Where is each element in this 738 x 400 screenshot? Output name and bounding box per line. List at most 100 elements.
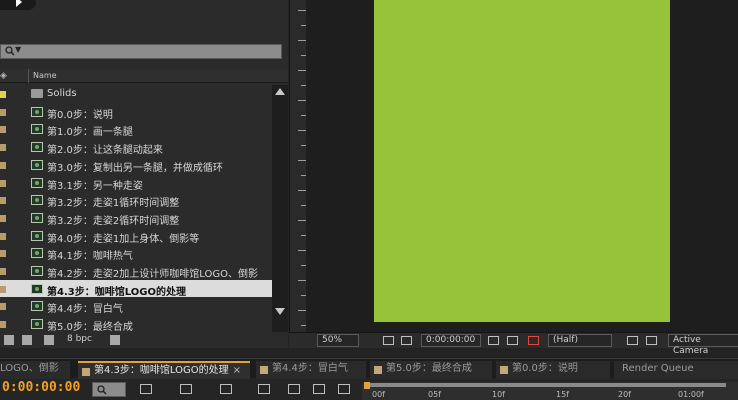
time-ruler-label: 10f [492, 390, 505, 399]
show-snapshot-icon[interactable] [507, 336, 518, 345]
composition-icon [31, 301, 43, 312]
motion-blur-icon[interactable] [288, 384, 300, 394]
label-tag-icon[interactable]: ◈ [0, 71, 10, 81]
new-folder-icon[interactable] [22, 335, 32, 345]
list-item-selected[interactable]: 第4.3步：咖啡馆LOGO的处理 [0, 279, 272, 298]
list-item[interactable]: 第3.2步：走姿2循环时间调整 [0, 209, 272, 227]
label-color-swatch[interactable] [0, 214, 6, 222]
snapshot-icon[interactable] [488, 336, 499, 345]
trash-icon[interactable] [110, 335, 120, 345]
item-label: 第3.0步：复制出另一条腿，并做成循环 [47, 162, 223, 174]
ruler-tick [298, 130, 306, 131]
region-of-interest-icon[interactable] [383, 336, 394, 345]
label-color-swatch[interactable] [0, 321, 6, 329]
comp-mini-flowchart-icon[interactable] [140, 384, 152, 394]
zoom-value: 50% [322, 335, 343, 345]
time-ruler[interactable]: 00f 05f 10f 15f 20f 01:00f [362, 382, 738, 400]
item-label: 第4.3步：咖啡馆LOGO的处理 [47, 286, 186, 298]
panel-nav[interactable] [0, 0, 36, 10]
list-item[interactable]: 第1.0步：画一条腿 [0, 120, 272, 138]
current-time-display[interactable]: 0:00:00:00 [2, 380, 80, 395]
list-item[interactable]: 第4.1步：咖啡热气 [0, 244, 272, 262]
label-color-swatch[interactable] [0, 144, 6, 152]
hide-shy-layers-icon[interactable] [220, 384, 232, 394]
timeline-search-field[interactable] [92, 382, 126, 397]
composition-icon [31, 266, 43, 276]
new-composition-icon[interactable] [44, 335, 54, 345]
label-color-swatch[interactable] [0, 232, 6, 240]
time-ruler-label: 00f [372, 390, 385, 399]
list-item[interactable]: 第4.0步：走姿1加上身体、倒影等 [0, 227, 272, 245]
tab-comp-4-3[interactable]: 第4.3步：咖啡馆LOGO的处理 × [78, 361, 250, 379]
work-area-start-handle[interactable] [364, 382, 370, 389]
vertical-ruler [289, 0, 306, 332]
list-item[interactable]: 第3.1步：另一种走姿 [0, 174, 272, 192]
bit-depth-label[interactable]: 8 bpc [67, 334, 92, 344]
composition-icon [31, 195, 43, 206]
list-item[interactable]: 第4.2步：走姿2加上设计师咖啡馆LOGO、倒影 [0, 262, 272, 280]
item-label: Solids [47, 88, 77, 99]
tab-comp-4-2[interactable]: LOGO、倒影 [0, 361, 70, 379]
close-tab-icon[interactable]: × [233, 365, 241, 376]
graph-editor-icon[interactable] [313, 384, 325, 394]
column-divider[interactable] [28, 69, 29, 83]
grid-icon[interactable] [401, 336, 412, 345]
tab-comp-5-0[interactable]: 第5.0步：最终合成 [370, 361, 492, 379]
viewer-timecode[interactable]: 0:00:00:00 [421, 334, 481, 347]
tab-render-queue[interactable]: Render Queue [614, 361, 738, 379]
label-color-swatch[interactable] [0, 250, 6, 258]
label-color-swatch[interactable] [0, 197, 6, 205]
transparency-grid-icon[interactable] [646, 336, 657, 345]
search-dropdown-icon[interactable]: ▼ [15, 45, 21, 54]
label-color-swatch[interactable] [0, 126, 6, 134]
camera-dropdown[interactable]: Active Camera [668, 334, 738, 356]
work-area-bar[interactable] [366, 383, 726, 387]
frame-blending-icon[interactable] [258, 384, 270, 394]
label-color-swatch[interactable] [0, 108, 6, 116]
composition-icon [31, 142, 43, 153]
composition-viewer[interactable] [306, 0, 738, 332]
scroll-down-icon[interactable] [275, 308, 285, 315]
list-item[interactable]: 第3.0步：复制出另一条腿，并做成循环 [0, 156, 272, 174]
play-arrow-icon[interactable] [16, 0, 22, 7]
folder-icon [31, 89, 43, 98]
interpret-footage-icon[interactable] [4, 335, 14, 345]
list-item[interactable]: 第5.0步：最终合成 [0, 315, 272, 333]
viewer-timecode-value: 0:00:00:00 [426, 335, 476, 345]
tab-label: Render Queue [622, 363, 694, 374]
label-color-swatch[interactable] [0, 91, 6, 98]
draft-3d-icon[interactable] [180, 384, 192, 394]
tab-label: 第0.0步：说明 [512, 363, 578, 374]
label-color-swatch[interactable] [0, 161, 6, 169]
ruler-tick [298, 160, 306, 161]
tab-comp-0-0[interactable]: 第0.0步：说明 [496, 361, 610, 379]
label-color-swatch[interactable] [0, 179, 6, 187]
project-list: Solids 第0.0步：说明 第1.0步：画一条腿 第2.0步：让这条腿动起来… [0, 85, 272, 333]
brainstorm-icon[interactable] [338, 384, 350, 394]
list-item[interactable]: 第2.0步：让这条腿动起来 [0, 138, 272, 156]
composition-canvas[interactable] [374, 0, 670, 322]
composition-icon [31, 230, 43, 241]
channel-icon[interactable] [528, 336, 539, 345]
project-search-field[interactable]: ▼ [0, 44, 282, 59]
time-ruler-label: 05f [428, 390, 441, 399]
label-color-swatch[interactable] [0, 303, 6, 311]
project-scrollbar[interactable] [272, 85, 288, 335]
column-name-header[interactable]: Name [33, 71, 57, 80]
comp-color-swatch [374, 366, 382, 374]
list-item[interactable]: 第0.0步：说明 [0, 103, 272, 121]
label-color-swatch[interactable] [0, 285, 6, 293]
list-item[interactable]: Solids [0, 85, 272, 103]
item-label: 第3.2步：走姿1循环时间调整 [47, 198, 180, 210]
list-item[interactable]: 第3.2步：走姿1循环时间调整 [0, 191, 272, 209]
zoom-dropdown[interactable]: 50% [317, 334, 359, 347]
fast-preview-icon[interactable] [627, 336, 638, 345]
resolution-dropdown[interactable]: (Half) [548, 334, 612, 347]
scroll-up-icon[interactable] [275, 88, 285, 95]
list-item[interactable]: 第4.4步：冒白气 [0, 297, 272, 315]
tab-comp-4-4[interactable]: 第4.4步：冒白气 [256, 361, 366, 379]
label-color-swatch[interactable] [0, 268, 6, 275]
comp-color-swatch [260, 366, 268, 374]
ruler-tick [298, 190, 306, 191]
item-label: 第2.0步：让这条腿动起来 [47, 145, 163, 157]
